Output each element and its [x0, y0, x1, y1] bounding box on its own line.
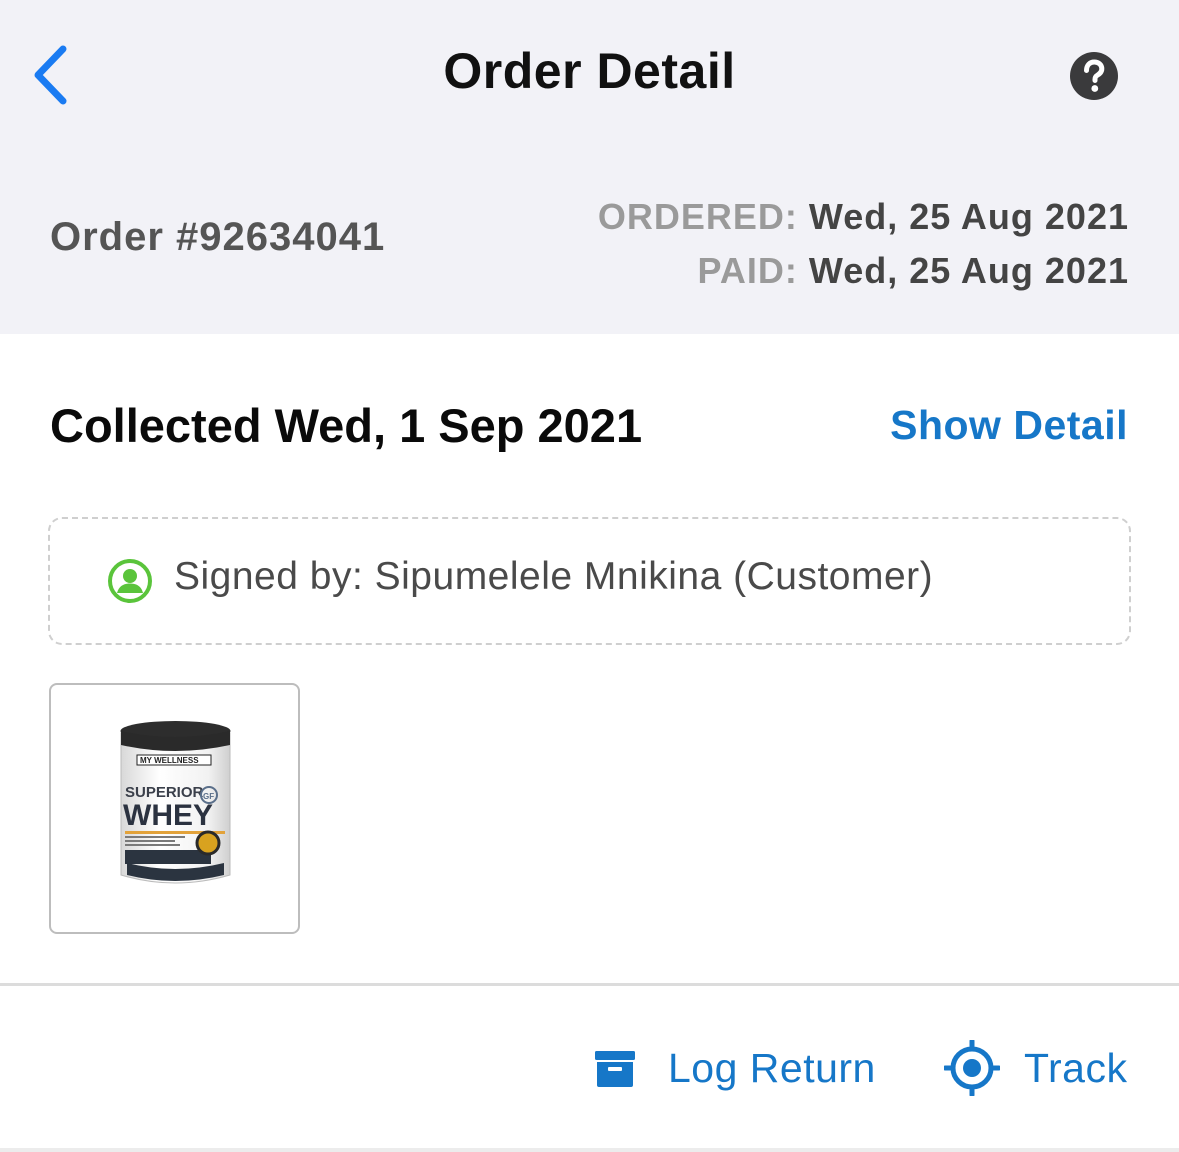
signed-by-box: Signed by: Sipumelele Mnikina (Customer) [48, 517, 1131, 645]
navigation-bar: Order Detail [0, 0, 1179, 150]
archive-box-icon [595, 1051, 635, 1087]
paid-label: PAID: [697, 250, 798, 291]
gf-badge: GF [203, 792, 214, 801]
help-button[interactable] [1068, 50, 1120, 102]
order-number: Order #92634041 [50, 215, 386, 259]
order-dates: ORDERED: Wed, 25 Aug 2021 PAID: Wed, 25 … [598, 190, 1129, 298]
ordered-date: Wed, 25 Aug 2021 [808, 196, 1129, 237]
brand-logo-text: MY WELLNESS [140, 756, 199, 765]
track-label: Track [1024, 1044, 1128, 1091]
page-title: Order Detail [443, 43, 736, 99]
paid-date: Wed, 25 Aug 2021 [808, 250, 1129, 291]
collection-status: Collected Wed, 1 Sep 2021 [50, 399, 643, 452]
product-thumbnail[interactable]: MY WELLNESS SUPERIOR WHEY GF [49, 683, 300, 934]
signed-by-text: Signed by: Sipumelele Mnikina (Customer) [174, 555, 934, 598]
section-divider [0, 983, 1179, 986]
track-button[interactable]: Track [944, 1040, 1127, 1096]
ordered-row: ORDERED: Wed, 25 Aug 2021 [598, 190, 1129, 244]
product-name-line2: WHEY [123, 799, 213, 832]
order-header: Order #92634041 ORDERED: Wed, 25 Aug 202… [0, 150, 1179, 334]
ordered-label: ORDERED: [597, 196, 798, 237]
crosshair-icon [944, 1040, 1000, 1096]
product-tub-icon: MY WELLNESS SUPERIOR WHEY GF [120, 721, 231, 884]
person-circle-icon [108, 559, 152, 603]
log-return-button[interactable]: Log Return [594, 1040, 876, 1096]
log-return-label: Log Return [668, 1044, 876, 1091]
bottom-divider [0, 1148, 1179, 1152]
paid-row: PAID: Wed, 25 Aug 2021 [598, 244, 1129, 298]
question-circle-icon [1070, 52, 1118, 100]
show-detail-link[interactable]: Show Detail [890, 402, 1128, 449]
